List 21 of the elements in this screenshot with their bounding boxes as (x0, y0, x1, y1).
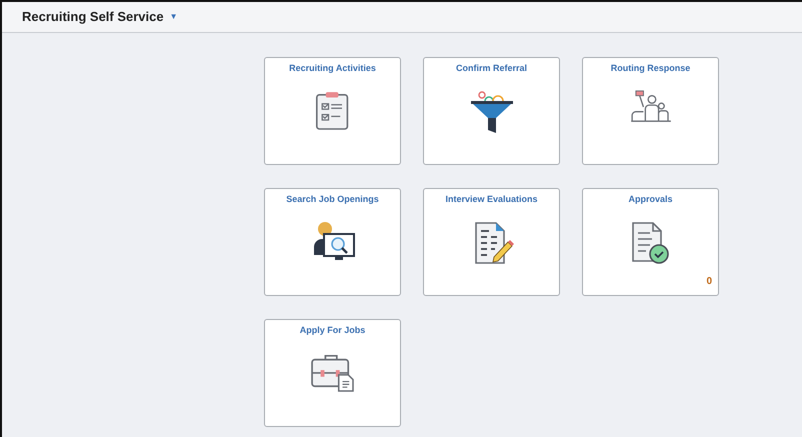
tile-title: Interview Evaluations (445, 193, 538, 206)
tile[interactable]: Interview Evaluations (423, 188, 560, 296)
tile[interactable]: Recruiting Activities (264, 57, 401, 165)
tile-title: Confirm Referral (456, 62, 527, 75)
tile-title: Search Job Openings (286, 193, 379, 206)
tile[interactable]: Search Job Openings (264, 188, 401, 296)
caret-icon: ▼ (170, 11, 178, 23)
people-icon (630, 90, 672, 124)
document-check-icon (630, 220, 670, 264)
funnel-icon (470, 90, 514, 134)
tile-title: Approvals (628, 193, 672, 206)
tile[interactable]: Approvals 0 (582, 188, 719, 296)
tile[interactable]: Routing Response (582, 57, 719, 165)
clipboard-icon (314, 90, 350, 132)
tile-title: Apply For Jobs (300, 324, 366, 337)
item-count: 0 (706, 275, 712, 289)
tile-title: Routing Response (610, 62, 690, 75)
tile[interactable]: Apply For Jobs (264, 319, 401, 427)
tile[interactable]: Confirm Referral (423, 57, 560, 165)
page-title-menu[interactable]: Recruiting Self Service ▼ (22, 7, 178, 27)
tile-title: Recruiting Activities (289, 62, 376, 75)
